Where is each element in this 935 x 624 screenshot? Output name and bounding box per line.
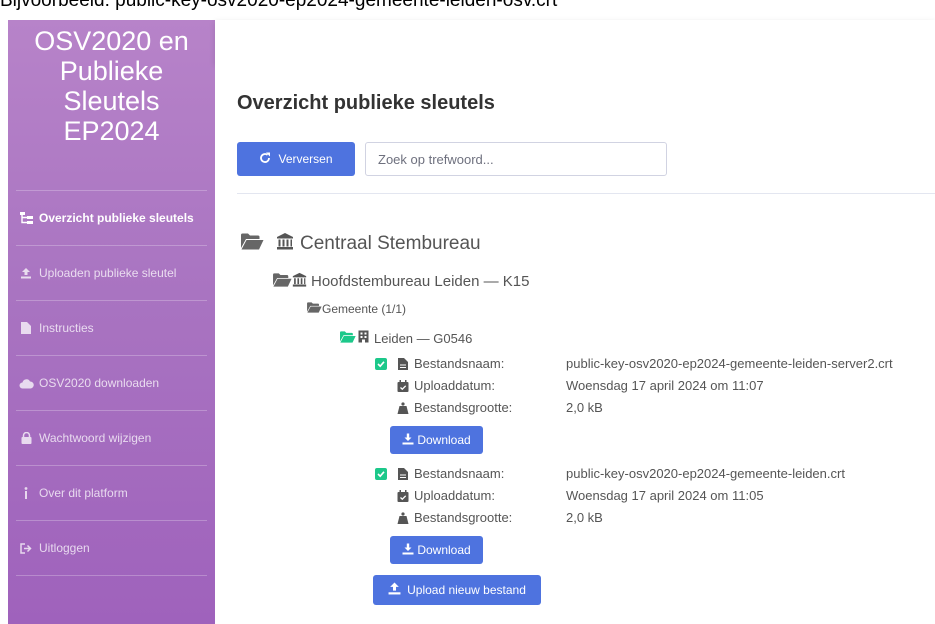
check-square-icon — [374, 357, 388, 370]
tree-node-label: Centraal Stembureau — [300, 233, 481, 254]
file-row-date: Uploaddatum: Woensdag 17 april 2024 om 1… — [392, 378, 764, 393]
sidebar-item-label: Uitloggen — [39, 541, 90, 555]
cloud-download-icon — [18, 378, 34, 389]
filesize-value: 2,0 kB — [566, 510, 603, 525]
upload-icon — [18, 267, 34, 279]
sign-out-icon — [18, 542, 34, 554]
page-title: Overzicht publieke sleutels — [237, 92, 495, 114]
filename-value: public-key-osv2020-ep2024-gemeente-leide… — [566, 356, 893, 371]
calendar-check-icon — [392, 379, 414, 392]
sidebar-item-logout[interactable]: Uitloggen — [8, 521, 215, 575]
main-content: Overzicht publieke sleutels Verversen Ce… — [215, 64, 935, 624]
info-icon — [18, 487, 34, 499]
sidebar-item-about[interactable]: Over dit platform — [8, 466, 215, 520]
file-row-size: Bestandsgrootte: 2,0 kB — [392, 510, 603, 525]
lock-icon — [18, 432, 34, 444]
tree-node-municipality[interactable]: Leiden — G0546 — [340, 330, 472, 346]
search-input[interactable] — [365, 142, 667, 176]
upload-date-value: Woensdag 17 april 2024 om 11:07 — [566, 378, 764, 393]
filename-label: Bestandsnaam: — [414, 356, 505, 371]
tree-node-label: Leiden — G0546 — [374, 330, 473, 346]
file-icon — [18, 322, 34, 334]
caption-text: Bijvoorbeeld: public-key-osv2020-ep2024-… — [0, 0, 935, 10]
folder-open-icon — [307, 302, 322, 316]
tree-node-group[interactable]: Gemeente (1/1) — [307, 302, 406, 316]
sidebar-divider — [16, 575, 207, 576]
landmark-icon — [276, 232, 294, 256]
upload-date-label: Uploaddatum: — [414, 378, 495, 393]
upload-date-label: Uploaddatum: — [414, 488, 495, 503]
landmark-icon — [292, 272, 307, 291]
download-label: Download — [417, 433, 471, 447]
calendar-check-icon — [392, 489, 414, 502]
upload-new-file-button[interactable]: Upload nieuw bestand — [373, 575, 541, 605]
folder-open-icon — [241, 233, 264, 256]
tree-node-central[interactable]: Centraal Stembureau — [241, 232, 481, 256]
sidebar-item-overview[interactable]: Overzicht publieke sleutels — [8, 191, 215, 245]
weight-icon — [392, 401, 414, 414]
upload-date-value: Woensdag 17 april 2024 om 11:05 — [566, 488, 764, 503]
tree-node-label: Hoofdstembureau Leiden — K15 — [311, 273, 530, 290]
sidebar-item-instructions[interactable]: Instructies — [8, 301, 215, 355]
file-row-date: Uploaddatum: Woensdag 17 april 2024 om 1… — [392, 488, 764, 503]
file-row-filename: Bestandsnaam: public-key-osv2020-ep2024-… — [374, 356, 893, 371]
sidebar-item-upload[interactable]: Uploaden publieke sleutel — [8, 246, 215, 300]
filesize-label: Bestandsgrootte: — [414, 400, 513, 415]
filename-value: public-key-osv2020-ep2024-gemeente-leide… — [566, 466, 845, 481]
folder-open-icon — [340, 330, 356, 346]
refresh-icon — [259, 152, 271, 167]
check-square-icon — [374, 467, 388, 480]
topbar — [215, 20, 935, 64]
sidebar-item-label: Instructies — [39, 321, 94, 335]
brand-line: EP2024 — [63, 116, 160, 146]
sidebar-item-change-password[interactable]: Wachtwoord wijzigen — [8, 411, 215, 465]
sidebar-item-label: Overzicht publieke sleutels — [39, 211, 194, 225]
filesize-value: 2,0 kB — [566, 400, 603, 415]
refresh-label: Verversen — [278, 152, 333, 166]
sidebar-item-label: Wachtwoord wijzigen — [39, 431, 152, 445]
sidebar-item-osv-download[interactable]: OSV2020 downloaden — [8, 356, 215, 410]
download-icon — [402, 543, 414, 558]
weight-icon — [392, 511, 414, 524]
file-row-size: Bestandsgrootte: 2,0 kB — [392, 400, 603, 415]
brand-line: Sleutels — [63, 86, 160, 116]
sidebar-item-label: OSV2020 downloaden — [39, 376, 160, 390]
file-text-icon — [392, 357, 414, 370]
file-row-filename: Bestandsnaam: public-key-osv2020-ep2024-… — [374, 466, 845, 481]
sidebar-brand[interactable]: OSV2020 en Publieke Sleutels EP2024 — [8, 20, 215, 190]
upload-icon — [388, 582, 401, 598]
download-button[interactable]: Download — [390, 536, 483, 564]
brand-line: OSV2020 en — [34, 26, 189, 56]
content-divider — [237, 193, 935, 194]
sidebar-item-label: Uploaden publieke sleutel — [39, 266, 177, 280]
folder-open-icon — [273, 272, 292, 291]
download-label: Download — [417, 543, 471, 557]
tree-node-label: Gemeente (1/1) — [322, 302, 407, 316]
refresh-button[interactable]: Verversen — [237, 142, 355, 176]
sidebar: OSV2020 en Publieke Sleutels EP2024 Over… — [8, 20, 215, 624]
brand-line: Publieke — [59, 56, 164, 86]
building-icon — [358, 330, 369, 346]
sitemap-icon — [18, 212, 34, 224]
filename-label: Bestandsnaam: — [414, 466, 505, 481]
download-icon — [402, 433, 414, 448]
download-button[interactable]: Download — [390, 426, 483, 454]
sidebar-item-label: Over dit platform — [39, 486, 128, 500]
upload-label: Upload nieuw bestand — [407, 583, 526, 597]
file-text-icon — [392, 467, 414, 480]
filesize-label: Bestandsgrootte: — [414, 510, 513, 525]
tree-node-hsb[interactable]: Hoofdstembureau Leiden — K15 — [273, 272, 529, 291]
